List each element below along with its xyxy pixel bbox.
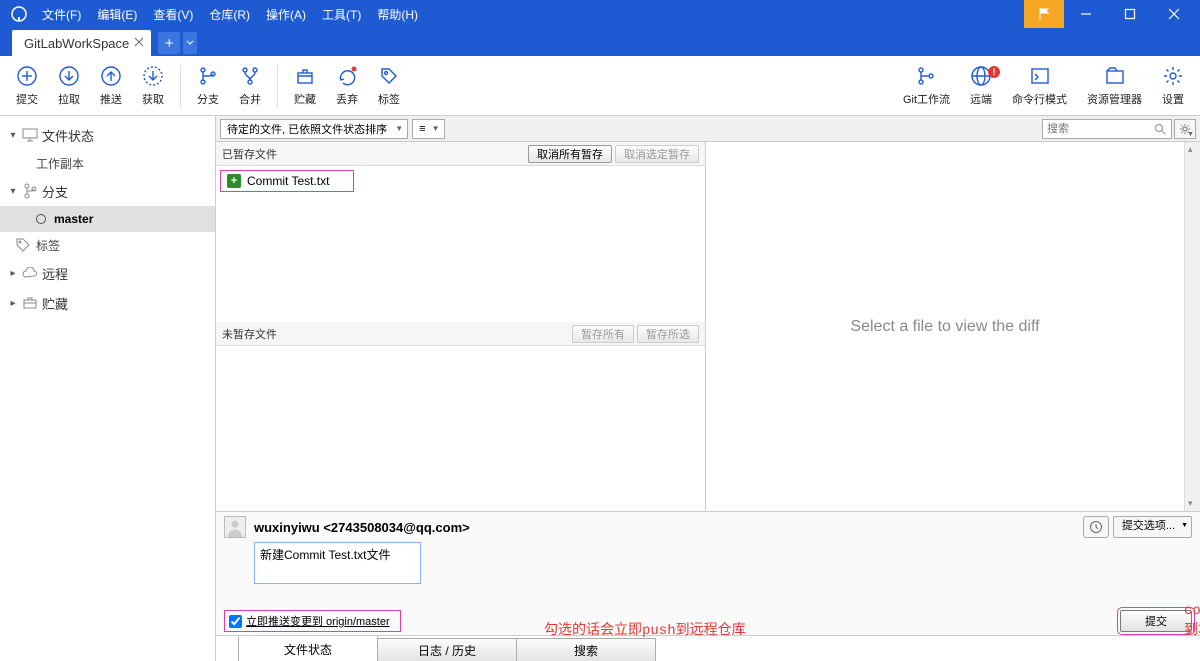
cloud-icon [20,267,40,279]
menu-action[interactable]: 操作(A) [258,0,314,28]
tag-icon [16,238,30,252]
annotation-commit: commit到本地 [1184,603,1200,639]
gitflow-button[interactable]: Git工作流 [893,58,960,114]
commit-history-button[interactable] [1083,516,1109,538]
tabs-dropdown-button[interactable] [183,32,197,54]
staged-list: + Commit Test.txt [216,166,705,322]
stage-selected-button[interactable]: 暂存所选 [637,325,699,343]
stash-button[interactable]: 贮藏 [284,58,326,114]
pull-button[interactable]: 拉取 [48,58,90,114]
new-tab-button[interactable]: + [158,32,180,54]
view-options-button[interactable] [1174,119,1196,139]
sidebar-group-filestatus[interactable]: ▾文件状态 [0,120,215,150]
menu-tools[interactable]: 工具(T) [314,0,369,28]
menu-file[interactable]: 文件(F) [34,0,89,28]
sidebar-group-stashes[interactable]: ▸贮藏 [0,288,215,318]
app-logo-icon [10,5,28,23]
repo-tab[interactable]: GitLabWorkSpace [12,30,151,56]
stash-icon [20,296,40,310]
avatar-icon [224,516,246,538]
unstaged-list [216,346,705,511]
sidebar-item-tags[interactable]: 标签 [0,232,215,258]
stage-column: 已暂存文件 取消所有暂存 取消选定暂存 + Commit Test.txt 未暂… [216,142,706,511]
sidebar-group-branches[interactable]: ▾分支 [0,176,215,206]
branch-icon [20,183,40,199]
terminal-button[interactable]: 命令行模式 [1002,58,1077,114]
repo-tab-label: GitLabWorkSpace [24,36,129,51]
stage-all-button[interactable]: 暂存所有 [572,325,634,343]
tag-button[interactable]: 标签 [368,58,410,114]
annotation-push: 勾选的话会立即push到远程仓库 [544,619,746,639]
staged-header: 已暂存文件 取消所有暂存 取消选定暂存 [216,142,705,166]
search-input[interactable] [1042,119,1172,139]
scrollbar[interactable] [1184,142,1200,511]
main-panel: 待定的文件, 已依照文件状态排序 ≡ 已暂存文件 取消所有暂存 取消选定暂存 [216,116,1200,661]
merge-button[interactable]: 合并 [229,58,271,114]
minimize-button[interactable] [1064,0,1108,28]
unstaged-header: 未暂存文件 暂存所有 暂存所选 [216,322,705,346]
file-name: Commit Test.txt [247,174,329,188]
commit-panel: wuxinyiwu <2743508034@qq.com> 提交选项... 勾选… [216,511,1200,635]
maximize-button[interactable] [1108,0,1152,28]
view-mode-combo[interactable]: ≡ [412,119,444,139]
branch-button[interactable]: 分支 [187,58,229,114]
menubar: 文件(F) 编辑(E) 查看(V) 仓库(R) 操作(A) 工具(T) 帮助(H… [0,0,1200,28]
remote-button[interactable]: 远端! [960,58,1002,114]
sidebar-group-remotes[interactable]: ▸远程 [0,258,215,288]
filter-combo[interactable]: 待定的文件, 已依照文件状态排序 [220,119,408,139]
bottom-tab-log[interactable]: 日志 / 历史 [377,638,517,661]
push-immediate-checkbox[interactable] [229,615,242,628]
commit-submit-button[interactable]: 提交 [1120,610,1192,632]
added-badge-icon: + [227,174,241,188]
bottom-tab-status[interactable]: 文件状态 [238,636,378,661]
push-button[interactable]: 推送 [90,58,132,114]
repo-tabbar: GitLabWorkSpace + [0,28,1200,56]
notification-flag-icon[interactable] [1024,0,1064,28]
menu-edit[interactable]: 编辑(E) [89,0,145,28]
unstage-all-button[interactable]: 取消所有暂存 [528,145,612,163]
menu-help[interactable]: 帮助(H) [369,0,426,28]
commit-button[interactable]: 提交 [6,58,48,114]
commit-message-input[interactable] [254,542,421,584]
sidebar-item-workingcopy[interactable]: 工作副本 [0,150,215,176]
explorer-button[interactable]: 资源管理器 [1077,58,1152,114]
bottom-tab-search[interactable]: 搜索 [516,638,656,661]
monitor-icon [20,128,40,142]
menu-repo[interactable]: 仓库(R) [201,0,258,28]
close-button[interactable] [1152,0,1196,28]
diff-placeholder: Select a file to view the diff [850,318,1039,336]
menu-view[interactable]: 查看(V) [145,0,201,28]
staged-file-row[interactable]: + Commit Test.txt [220,170,354,192]
bullet-icon [36,214,46,224]
filter-row: 待定的文件, 已依照文件状态排序 ≡ [216,116,1200,142]
divider [180,65,181,107]
divider [277,65,278,107]
diff-panel: Select a file to view the diff [706,142,1184,511]
sidebar-item-branch-master[interactable]: master [0,206,215,232]
close-icon[interactable] [132,35,146,49]
alert-badge-icon: ! [988,66,1000,78]
settings-button[interactable]: 设置 [1152,58,1194,114]
push-immediate-label: 立即推送变更到 origin/master [246,613,390,629]
commit-options-button[interactable]: 提交选项... [1113,516,1192,538]
toolbar: 提交 拉取 推送 获取 分支 合并 贮藏 丢弃 标签 Git工作流 远端! 命令… [0,56,1200,116]
fetch-button[interactable]: 获取 [132,58,174,114]
discard-button[interactable]: 丢弃 [326,58,368,114]
search-icon [1154,123,1166,135]
unstage-selected-button[interactable]: 取消选定暂存 [615,145,699,163]
commit-author: wuxinyiwu <2743508034@qq.com> [254,520,470,535]
sidebar: ▾文件状态 工作副本 ▾分支 master 标签 ▸远程 ▸贮藏 [0,116,216,661]
